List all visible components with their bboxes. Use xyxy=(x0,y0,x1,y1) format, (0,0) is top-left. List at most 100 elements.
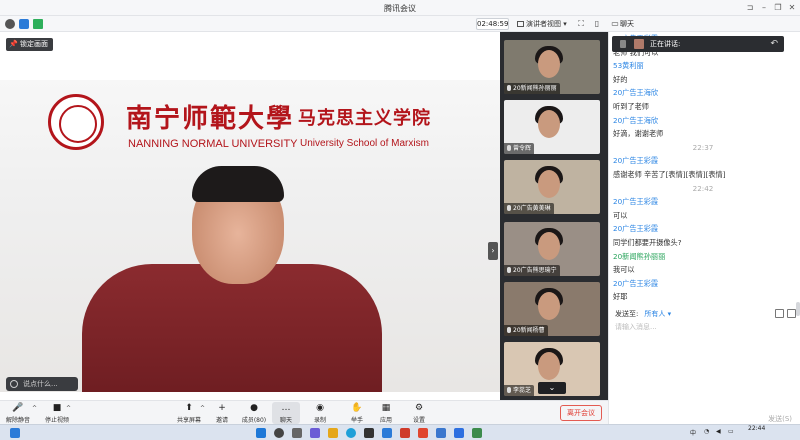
invite-button[interactable]: + 邀请 xyxy=(208,402,236,424)
input-language[interactable]: 中 xyxy=(690,428,696,437)
members-button[interactable]: ● 成员(80) xyxy=(240,402,268,424)
participant-face xyxy=(538,232,560,260)
chat-sender: 20广告王彩霞 xyxy=(613,197,659,207)
university-seal-icon xyxy=(48,94,104,150)
chat-tab-icon[interactable]: ▭ xyxy=(610,19,620,29)
chat-tab-label: 聊天 xyxy=(620,20,634,28)
chat-message: 我可以 xyxy=(613,265,635,275)
participant-tile[interactable]: 曾令辉 xyxy=(504,100,600,154)
control-label: 解除静音 xyxy=(5,417,30,424)
system-clock[interactable]: 22:44 xyxy=(748,425,765,433)
pin-view-label[interactable]: 📌 锁定画面 xyxy=(6,38,53,51)
participant-tile[interactable]: 20新闻杨曹 xyxy=(504,282,600,336)
quick-chat-input[interactable]: 说点什么... xyxy=(6,377,78,391)
word-icon[interactable] xyxy=(382,428,392,438)
shield-icon[interactable] xyxy=(19,19,29,29)
chat-message: 听到了老师 xyxy=(613,101,649,111)
control-label: 共享屏幕 xyxy=(176,417,201,424)
back-arrow-icon[interactable]: ↶ xyxy=(770,36,778,52)
view-switch-button[interactable]: 演讲者视图 ▾ xyxy=(517,18,569,30)
view-label: 演讲者视图 xyxy=(526,20,561,28)
participant-tile[interactable]: 20广告熊思瑜宁 xyxy=(504,222,600,276)
task-view-icon[interactable] xyxy=(292,428,302,438)
control-label: 设置 xyxy=(412,417,425,424)
share-screen-icon: ⬆ xyxy=(185,403,193,413)
raise-hand-button[interactable]: ✋ 举手 xyxy=(340,402,374,424)
mic-icon xyxy=(507,387,511,393)
pin-icon[interactable]: ⊐ xyxy=(744,2,756,14)
mic-icon xyxy=(507,145,511,151)
participant-name: 20新闻杨曹 xyxy=(513,327,545,334)
weather-icon[interactable] xyxy=(10,428,20,438)
close-icon[interactable]: ✕ xyxy=(786,2,798,14)
layout-icon[interactable]: ▯ xyxy=(592,19,602,29)
meeting-controls: 离开会议 🎤 解除静音 ■ 停止视频 ⬆ 共享屏幕 + 邀请 ● 成员(80) … 聊天 ◉ 录制 ✋ 举手 ▦… xyxy=(0,400,608,424)
send-to-value: 所有人 xyxy=(644,310,666,318)
send-button[interactable]: 发送(S) xyxy=(768,414,792,424)
record-button[interactable]: ◉ 录制 xyxy=(306,402,334,424)
chat-sender: 53黄利丽 xyxy=(613,61,644,71)
main-video[interactable]: 📌 锁定画面 南宁师範大學 马克思主义学院 NANNING NORMAL UNI… xyxy=(0,32,500,400)
meeting-window: 腾讯会议 ⊐ – ❐ ✕ 02:48:59 演讲者视图 ▾ ⛶ ▯ ▭ 聊天 📌… xyxy=(0,0,800,440)
control-label: 举手 xyxy=(350,417,363,424)
video-options-caret[interactable]: ^ xyxy=(66,405,71,412)
speaker-avatar xyxy=(634,39,644,49)
file-icon[interactable] xyxy=(787,309,796,318)
app-icon[interactable] xyxy=(364,428,374,438)
restore-icon[interactable]: ❐ xyxy=(772,2,784,14)
chat-message: 同学们都要开摄像头? xyxy=(613,237,682,247)
participant-face xyxy=(538,292,560,320)
share-options-caret[interactable]: ^ xyxy=(200,405,205,412)
control-label: 聊天 xyxy=(279,417,292,424)
chat-message: 好滴，谢谢老师 xyxy=(613,129,664,139)
chat-timestamp: 22:42 xyxy=(692,183,714,193)
title-bar: 腾讯会议 ⊐ – ❐ ✕ xyxy=(0,0,800,16)
emoji-icon[interactable] xyxy=(10,380,18,388)
edge-icon[interactable] xyxy=(346,428,356,438)
image-icon[interactable] xyxy=(775,309,784,318)
tencent-meeting-icon[interactable] xyxy=(454,428,464,438)
ppt-icon[interactable] xyxy=(418,428,428,438)
leave-meeting-button[interactable]: 离开会议 xyxy=(560,405,602,421)
volume-icon[interactable]: ◀ xyxy=(716,428,721,435)
quick-chat-placeholder: 说点什么... xyxy=(23,380,58,388)
chat-sender: 20新闻熊孙丽丽 xyxy=(613,251,666,261)
apps-button[interactable]: ▦ 应用 xyxy=(372,402,400,424)
minimize-icon[interactable]: – xyxy=(758,2,770,14)
fullscreen-icon[interactable]: ⛶ xyxy=(576,19,586,29)
send-to-select[interactable]: 所有人 ▾ xyxy=(644,310,671,318)
signal-icon[interactable] xyxy=(33,19,43,29)
mic-icon xyxy=(507,327,511,333)
mic-options-caret[interactable]: ^ xyxy=(32,405,37,412)
participant-tile[interactable]: 20广告黄美琳 xyxy=(504,160,600,214)
chat-scrollbar[interactable] xyxy=(796,302,800,316)
control-label: 成员(80) xyxy=(241,417,267,424)
chat-sender: 20广告王彩霞 xyxy=(613,224,659,234)
send-to-row: 发送至: 所有人 ▾ xyxy=(615,308,796,320)
wps-icon[interactable] xyxy=(400,428,410,438)
chat-app-icon[interactable] xyxy=(310,428,320,438)
settings-button[interactable]: ⚙ 设置 xyxy=(402,402,436,424)
participant-face xyxy=(538,50,560,78)
gallery-scroll-down-button[interactable]: ⌄ xyxy=(538,382,566,394)
pin-view-text: 锁定画面 xyxy=(19,40,48,48)
chat-message: 感谢老师 辛苦了[表情][表情][表情] xyxy=(613,169,726,179)
wifi-icon[interactable]: ◔ xyxy=(704,428,709,435)
participant-name: 20新闻熊孙丽丽 xyxy=(513,85,557,92)
send-to-label: 发送至: xyxy=(615,310,639,318)
mail-icon[interactable] xyxy=(436,428,446,438)
mute-button[interactable]: 🎤 解除静音 xyxy=(4,402,32,424)
participant-tile[interactable]: 20新闻熊孙丽丽 xyxy=(504,40,600,94)
chat-input[interactable]: 请输入消息... xyxy=(615,322,795,412)
os-taskbar: 中 ◔ ◀ ▭ 22:44 xyxy=(0,424,800,440)
start-icon[interactable] xyxy=(256,428,266,438)
camera-icon: ■ xyxy=(52,403,62,413)
video-top-area xyxy=(0,32,500,80)
search-icon[interactable] xyxy=(274,428,284,438)
app2-icon[interactable] xyxy=(472,428,482,438)
battery-icon[interactable]: ▭ xyxy=(728,428,734,435)
info-icon[interactable] xyxy=(5,19,15,29)
file-explorer-icon[interactable] xyxy=(328,428,338,438)
collapse-gallery-button[interactable]: › xyxy=(488,242,498,260)
chat-button[interactable]: … 聊天 xyxy=(272,402,300,424)
